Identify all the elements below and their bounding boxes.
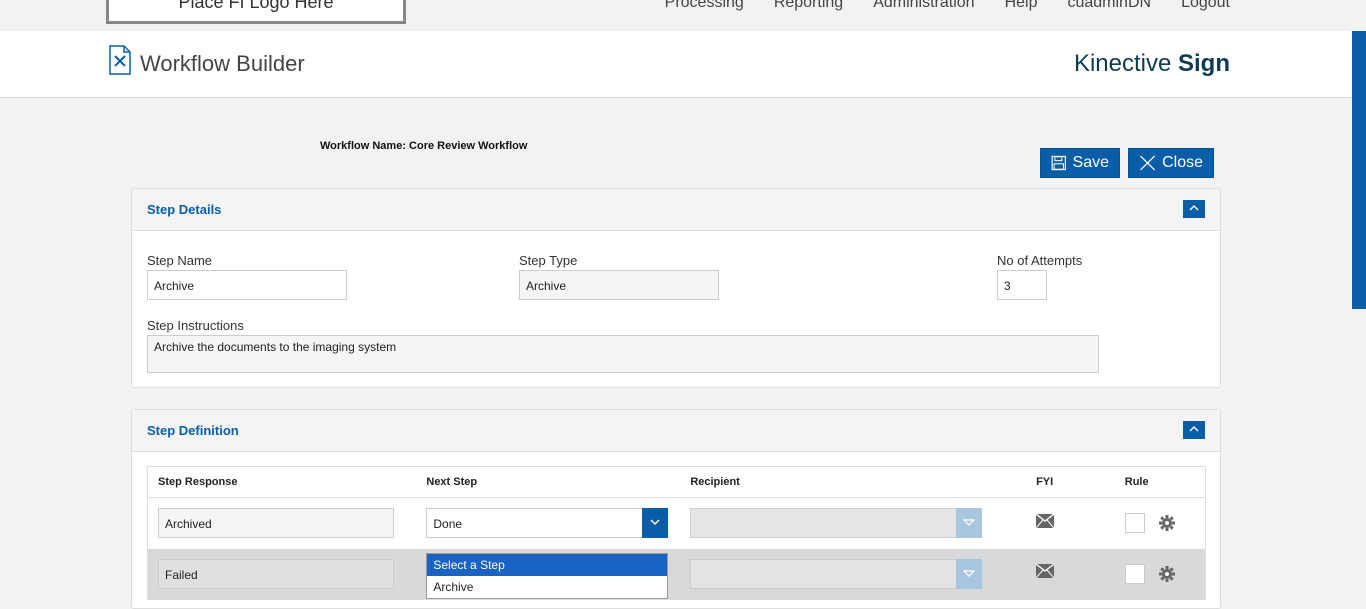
step-name-label: Step Name (147, 253, 213, 268)
step-definition-table: Step Response Next Step Recipient FYI Ru… (147, 466, 1206, 600)
page-header: Workflow Builder Kinective Sign (0, 31, 1352, 98)
workflow-name: Workflow Name: Core Review Workflow (320, 140, 528, 152)
step-response-input[interactable]: Failed (158, 558, 394, 589)
nav-user[interactable]: cuadminDN (1067, 0, 1151, 12)
chevron-up-icon (1189, 205, 1199, 211)
gear-icon[interactable] (1159, 515, 1176, 532)
scrollbar-thumb[interactable] (1352, 31, 1366, 309)
dropdown-option-select-a-step[interactable]: Select a Step (427, 553, 668, 576)
chevron-down-icon (963, 570, 976, 577)
envelope-icon[interactable] (1035, 563, 1055, 579)
collapse-step-details-button[interactable] (1183, 200, 1205, 218)
close-icon (1140, 155, 1155, 171)
nav-processing[interactable]: Processing (665, 0, 744, 12)
col-rule: Rule (1114, 466, 1206, 498)
col-step-response: Step Response (147, 466, 417, 498)
envelope-icon[interactable] (1035, 513, 1055, 529)
table-row: Archived Done (148, 498, 1206, 549)
col-fyi: FYI (1026, 466, 1115, 498)
nav-reporting[interactable]: Reporting (774, 0, 843, 12)
instructions-textarea[interactable]: Archive the documents to the imaging sys… (147, 335, 1099, 373)
brand-logo: Kinective Sign (1073, 50, 1230, 77)
step-details-title: Step Details (147, 202, 222, 217)
step-details-header: Step Details (132, 189, 1220, 231)
step-definition-header: Step Definition (132, 410, 1220, 452)
rule-checkbox[interactable] (1124, 563, 1145, 584)
instructions-label: Step Instructions (147, 318, 244, 333)
recipient-select[interactable] (690, 508, 983, 539)
chevron-down-icon (650, 519, 660, 526)
col-recipient: Recipient (680, 466, 1027, 498)
step-response-input[interactable]: Archived (158, 508, 394, 539)
gear-icon[interactable] (1159, 565, 1176, 582)
chevron-down-icon (963, 519, 976, 527)
rule-checkbox[interactable] (1124, 513, 1145, 534)
step-name-input[interactable]: Archive (147, 270, 347, 300)
attempts-input[interactable]: 3 (997, 270, 1047, 300)
dropdown-arrow[interactable] (956, 508, 983, 539)
collapse-step-definition-button[interactable] (1183, 421, 1205, 439)
step-definition-panel: Step Definition Step Response Next Step … (131, 409, 1221, 609)
page-title: Workflow Builder (140, 51, 305, 76)
nav-administration[interactable]: Administration (873, 0, 974, 12)
save-button[interactable]: Save (1040, 148, 1120, 178)
nav-logout[interactable]: Logout (1181, 0, 1230, 12)
step-type-label: Step Type (519, 253, 578, 268)
close-button[interactable]: Close (1128, 148, 1214, 178)
next-step-select[interactable]: Done (426, 508, 669, 539)
step-type-field: Archive (519, 270, 719, 300)
nav-help[interactable]: Help (1005, 0, 1038, 12)
chevron-up-icon (1189, 426, 1199, 432)
step-definition-title: Step Definition (147, 423, 239, 438)
table-row: Failed Select a Step Archive (147, 548, 1206, 600)
top-nav: Place FI Logo Here Processing Reporting … (0, 0, 1366, 31)
recipient-select[interactable] (690, 558, 983, 589)
next-step-dropdown-list[interactable]: Select a Step Archive (426, 552, 669, 599)
dropdown-arrow[interactable] (642, 508, 669, 539)
fi-logo-placeholder: Place FI Logo Here (106, 0, 406, 24)
col-next-step: Next Step (416, 466, 681, 498)
workflow-builder-icon (109, 45, 131, 75)
dropdown-arrow[interactable] (956, 558, 983, 589)
step-details-panel: Step Details Step Name Archive Step Type… (131, 188, 1221, 388)
nav-links: Processing Reporting Administration Help… (665, 0, 1230, 12)
table-header-row: Step Response Next Step Recipient FYI Ru… (147, 466, 1206, 498)
attempts-label: No of Attempts (997, 253, 1083, 268)
dropdown-option-archive[interactable]: Archive (427, 576, 667, 598)
save-icon (1051, 155, 1066, 171)
